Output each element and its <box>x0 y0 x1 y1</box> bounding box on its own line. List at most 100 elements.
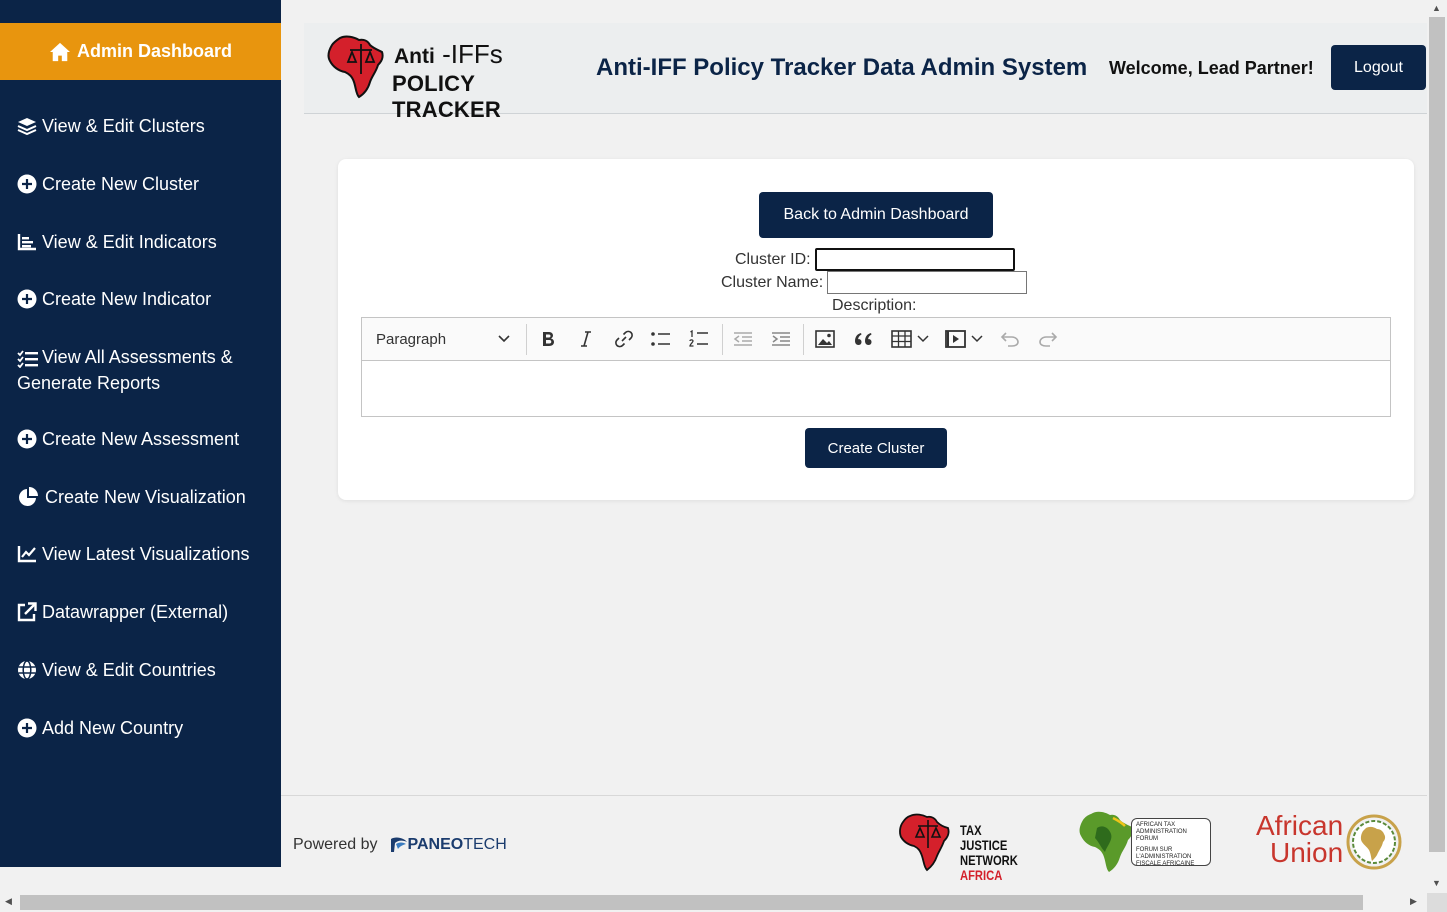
description-editor-body[interactable] <box>362 361 1390 416</box>
sidebar-item-add-country[interactable]: Add New Country <box>17 716 272 740</box>
heading-select-value: Paragraph <box>376 330 447 348</box>
logo-text-bottom: POLICY TRACKER <box>392 71 501 122</box>
tjna-logo[interactable]: TAX JUSTICE NETWORK AFRICA <box>898 812 1033 883</box>
blockquote-icon[interactable] <box>851 326 875 352</box>
outdent-icon[interactable] <box>731 326 755 352</box>
sidebar-item-latest-visualizations[interactable]: View Latest Visualizations <box>17 542 272 566</box>
globe-icon <box>17 658 39 682</box>
cluster-id-label: Cluster ID: <box>735 250 811 268</box>
bulleted-list-icon[interactable] <box>649 326 673 352</box>
pie-chart-icon <box>17 485 42 509</box>
powered-by: Powered by PANEO TECH <box>293 836 507 854</box>
scroll-up-icon[interactable]: ▲ <box>1432 3 1441 13</box>
cluster-id-input[interactable] <box>814 248 1015 271</box>
external-link-icon <box>17 600 39 624</box>
chevron-down-icon <box>498 335 510 343</box>
sidebar-item-label: Create New Assessment <box>42 429 240 449</box>
horizontal-scroll-thumb[interactable] <box>20 895 1363 910</box>
toolbar-divider <box>526 324 527 355</box>
ataf-logo[interactable]: AFRICAN TAX ADMINISTRATION FORUM FORUM S… <box>1077 808 1213 874</box>
plus-circle-icon <box>17 427 39 451</box>
sidebar: Admin Dashboard View & Edit Clusters Cre… <box>0 0 281 867</box>
powered-by-label: Powered by <box>293 836 378 853</box>
logo-text-top: Anti -IFFs <box>394 39 503 69</box>
scrollbar-corner <box>1427 893 1447 912</box>
ataf-africa-icon <box>1079 811 1133 872</box>
sidebar-item-create-indicator[interactable]: Create New Indicator <box>17 287 272 311</box>
toolbar-divider <box>722 324 723 355</box>
table-icon <box>891 330 912 348</box>
sidebar-item-label: Create New Visualization <box>45 487 246 507</box>
anti-iffs-logo[interactable]: Anti -IFFs POLICY TRACKER <box>326 34 566 122</box>
sidebar-item-create-assessment[interactable]: Create New Assessment <box>17 427 272 451</box>
undo-icon[interactable] <box>998 326 1022 352</box>
scroll-down-icon[interactable]: ▼ <box>1432 878 1441 888</box>
create-cluster-button[interactable]: Create Cluster <box>805 428 947 468</box>
create-cluster-form: Back to Admin Dashboard Cluster ID: Clus… <box>338 159 1414 500</box>
chevron-down-icon <box>971 335 983 343</box>
cluster-id-row: Cluster ID: <box>735 248 1015 271</box>
layers-icon <box>17 114 39 138</box>
media-icon <box>945 330 966 348</box>
sidebar-item-label: Create New Cluster <box>42 174 200 194</box>
scroll-right-icon[interactable]: ▶ <box>1410 896 1417 907</box>
tjna-africa-icon <box>899 813 950 872</box>
back-to-dashboard-button[interactable]: Back to Admin Dashboard <box>759 192 993 238</box>
description-label: Description: <box>832 297 917 314</box>
chevron-down-icon <box>917 335 929 343</box>
sidebar-item-view-edit-indicators[interactable]: View & Edit Indicators <box>17 230 272 254</box>
paneo-mark-icon <box>390 837 407 852</box>
sidebar-item-datawrapper[interactable]: Datawrapper (External) <box>17 600 272 624</box>
sidebar-item-admin-dashboard[interactable]: Admin Dashboard <box>0 23 281 80</box>
sidebar-item-create-cluster[interactable]: Create New Cluster <box>17 172 272 196</box>
sidebar-item-label: Add New Country <box>42 718 184 738</box>
sidebar-item-label: View & Edit Clusters <box>42 116 205 136</box>
footer: Powered by PANEO TECH TAX JUSTICE NETWORK… <box>281 795 1427 893</box>
logout-button[interactable]: Logout <box>1331 45 1426 90</box>
page-title: Anti-IFF Policy Tracker Data Admin Syste… <box>596 54 1088 81</box>
page-header: Anti -IFFs POLICY TRACKER Anti-IFF Polic… <box>304 23 1427 122</box>
tjna-text: TAX JUSTICE NETWORK AFRICA <box>960 822 1018 883</box>
sidebar-item-label: View All Assessments & <box>42 347 233 367</box>
au-emblem-icon <box>1346 814 1402 870</box>
sidebar-item-view-assessments[interactable]: View All Assessments & Generate Reports <box>17 345 272 395</box>
numbered-list-icon[interactable] <box>687 326 711 352</box>
heading-select[interactable]: Paragraph <box>376 326 514 352</box>
cluster-name-label: Cluster Name: <box>721 273 824 291</box>
list-check-icon <box>17 347 39 371</box>
main-content: Anti -IFFs POLICY TRACKER Anti-IFF Polic… <box>281 0 1427 893</box>
image-icon[interactable] <box>813 326 837 352</box>
vertical-scrollbar[interactable]: ▲ ▼ <box>1427 0 1447 893</box>
home-icon <box>49 42 70 61</box>
au-text: African Union <box>1256 810 1344 868</box>
line-chart-icon <box>17 542 39 566</box>
vertical-scroll-thumb[interactable] <box>1429 17 1445 852</box>
editor-toolbar: Paragraph <box>362 318 1390 361</box>
paneotech-logo[interactable]: PANEO TECH <box>390 836 507 854</box>
bold-icon[interactable] <box>536 326 560 352</box>
africa-map-icon <box>327 35 384 99</box>
description-editor: Paragraph <box>361 317 1391 417</box>
sidebar-item-view-edit-clusters[interactable]: View & Edit Clusters <box>17 114 272 138</box>
sidebar-item-label: Admin Dashboard <box>76 41 232 61</box>
plus-circle-icon <box>17 716 39 740</box>
cluster-name-row: Cluster Name: <box>721 271 1028 294</box>
sidebar-item-label: Datawrapper (External) <box>42 602 229 622</box>
italic-icon[interactable] <box>574 326 598 352</box>
sidebar-item-label-line2: Generate Reports <box>17 373 161 393</box>
sidebar-item-view-edit-countries[interactable]: View & Edit Countries <box>17 658 272 682</box>
scroll-left-icon[interactable]: ◀ <box>5 896 12 907</box>
horizontal-scrollbar[interactable]: ◀ ▶ <box>0 893 1427 912</box>
sidebar-item-create-visualization[interactable]: Create New Visualization <box>17 485 272 509</box>
toolbar-divider <box>803 324 804 355</box>
indent-icon[interactable] <box>769 326 793 352</box>
african-union-logo[interactable]: African Union <box>1256 812 1406 872</box>
insert-table-button[interactable] <box>888 326 932 352</box>
chart-bar-icon <box>17 230 39 254</box>
link-icon[interactable] <box>612 326 636 352</box>
cluster-name-input[interactable] <box>827 271 1028 294</box>
redo-icon[interactable] <box>1036 326 1060 352</box>
insert-media-button[interactable] <box>942 326 986 352</box>
welcome-message: Welcome, Lead Partner! <box>1109 58 1314 78</box>
sidebar-item-label: Create New Indicator <box>42 289 212 309</box>
